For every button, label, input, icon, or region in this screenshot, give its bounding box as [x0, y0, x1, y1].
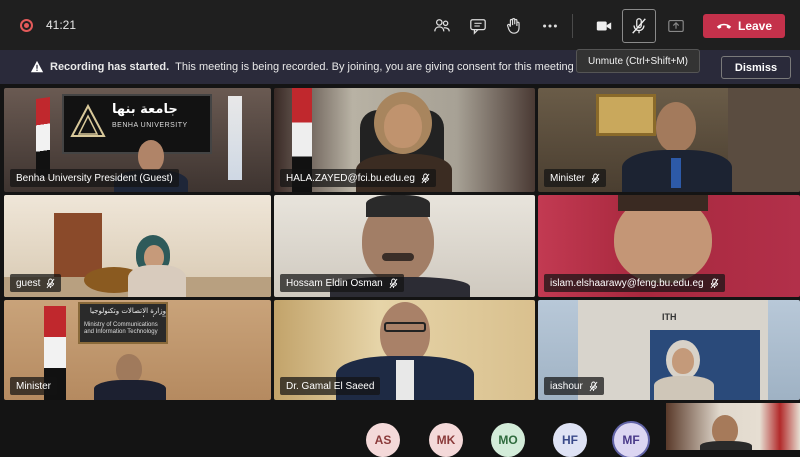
participant-name-tag: HALA.ZAYED@fci.bu.edu.eg [280, 169, 436, 187]
participant-name: HALA.ZAYED@fci.bu.edu.eg [286, 172, 415, 184]
university-logo-icon [70, 103, 106, 144]
recording-notice-text: Recording has started. This meeting is b… [50, 61, 580, 73]
sign-arabic-text: جامعة بنها [112, 102, 178, 117]
participant-name: islam.elshaarawy@feng.bu.edu.eg [550, 277, 704, 289]
participant-avatar[interactable]: AS [366, 423, 400, 457]
mic-off-icon [47, 278, 55, 288]
participant-name: Hossam Eldin Osman [286, 277, 383, 289]
participant-avatar[interactable]: MK [429, 423, 463, 457]
camera-button[interactable] [592, 14, 616, 38]
participant-mustache [382, 253, 414, 261]
building-sign: ITH [662, 312, 677, 322]
participant-name-tag: islam.elshaarawy@feng.bu.edu.eg [544, 274, 725, 292]
participant-name-tag: Hossam Eldin Osman [280, 274, 404, 292]
people-icon [434, 19, 450, 32]
leave-label: Leave [737, 19, 773, 33]
participant-avatar-speaking[interactable]: MF [614, 423, 648, 457]
participant-body [128, 265, 186, 297]
recording-notice-title: Recording has started. [50, 61, 170, 73]
curtain [728, 88, 800, 192]
recording-indicator-icon [20, 19, 33, 32]
ministry-sign-english: Ministry of Communications and Informati… [84, 322, 158, 335]
participant-body [94, 380, 166, 400]
participants-button[interactable] [430, 14, 454, 38]
avatar-initials: MK [436, 433, 456, 447]
dismiss-button[interactable]: Dismiss [721, 56, 791, 79]
participant-name-tag: Benha University President (Guest) [10, 169, 179, 187]
participant-name-tag: guest [10, 274, 62, 292]
wall-painting [596, 94, 656, 136]
avatar-initials: HF [562, 433, 578, 447]
participant-name: Benha University President (Guest) [16, 172, 173, 184]
participant-video [656, 102, 696, 152]
video-tile-iashour[interactable]: ITH iashour [538, 300, 800, 400]
chat-button[interactable] [466, 14, 490, 38]
university-flag [228, 96, 242, 180]
participant-name: guest [16, 277, 41, 289]
avatar-initials: MF [622, 433, 640, 447]
participant-hair [366, 195, 430, 217]
video-tile-hossam-osman[interactable]: Hossam Eldin Osman [274, 195, 535, 297]
participant-avatar[interactable]: HF [553, 423, 587, 457]
participant-name-tag: Dr. Gamal El Saeed [280, 377, 381, 395]
participant-shirt [396, 360, 414, 400]
self-view-video[interactable] [666, 403, 800, 450]
share-tray-icon [668, 20, 684, 32]
warning-icon [30, 60, 44, 73]
egypt-flag [36, 97, 50, 179]
participant-glasses [384, 322, 426, 332]
participant-face [384, 104, 422, 148]
video-tile-islam-elshaarawy[interactable]: islam.elshaarawy@feng.bu.edu.eg [538, 195, 800, 297]
video-tile-guest[interactable]: guest [4, 195, 271, 297]
avatar-initials: AS [374, 433, 392, 447]
mic-off-icon [589, 381, 598, 391]
recording-notice-message: This meeting is being recorded. By joini… [175, 61, 580, 73]
participant-body [654, 376, 714, 400]
mic-off-icon [632, 18, 646, 34]
mic-off-icon [421, 173, 430, 183]
participant-face [672, 348, 694, 374]
participant-name: Minister [16, 380, 52, 392]
more-actions-button[interactable] [538, 14, 562, 38]
video-tile-benha-president[interactable]: جامعة بنها BENHA UNIVERSITY Benha Univer… [4, 88, 271, 192]
participant-avatar[interactable]: MO [491, 423, 525, 457]
ministry-sign-arabic: وزارة الاتصالات وتكنولوجيا المعلومات [89, 307, 166, 317]
video-tile-minister-2[interactable]: وزارة الاتصالات وتكنولوجيا المعلومات Min… [4, 300, 271, 400]
participant-video [138, 140, 164, 172]
mic-off-icon [591, 173, 600, 183]
participant-name: iashour [550, 380, 583, 392]
participant-tie [671, 158, 681, 188]
video-tile-minister-1[interactable]: Minister [538, 88, 800, 192]
meeting-timer: 41:21 [46, 18, 77, 32]
participant-name: Minister [550, 172, 586, 184]
avatar-initials: MO [498, 433, 518, 447]
mic-off-icon [710, 278, 719, 288]
more-icon [543, 24, 557, 28]
ministry-sign: وزارة الاتصالات وتكنولوجيا المعلومات Min… [78, 302, 168, 344]
participant-name: Dr. Gamal El Saeed [286, 380, 375, 392]
participant-name-tag: Minister [544, 169, 607, 187]
toolbar-divider [572, 14, 573, 38]
raise-hand-button[interactable] [502, 14, 526, 38]
participant-name-tag: Minister [10, 377, 58, 395]
university-sign: جامعة بنها BENHA UNIVERSITY [62, 94, 212, 154]
participant-name-tag: iashour [544, 377, 604, 395]
meeting-toolbar: 41:21 Leave [0, 0, 800, 50]
participant-video [380, 302, 430, 364]
hand-icon [507, 18, 520, 34]
hang-up-icon [716, 23, 732, 29]
chat-icon [470, 19, 486, 35]
video-camera-icon [596, 21, 612, 31]
share-screen-button[interactable] [664, 14, 688, 38]
participant-hair [618, 195, 708, 211]
leave-button[interactable]: Leave [703, 14, 785, 38]
video-tile-gamal-el-saeed[interactable]: Dr. Gamal El Saeed [274, 300, 535, 400]
sign-english-text: BENHA UNIVERSITY [112, 122, 188, 129]
video-tile-hala-zayed[interactable]: HALA.ZAYED@fci.bu.edu.eg [274, 88, 535, 192]
mic-off-icon [389, 278, 398, 288]
mute-toggle-button[interactable] [622, 9, 656, 43]
unmute-tooltip: Unmute (Ctrl+Shift+M) [576, 49, 700, 73]
self-view-body [700, 441, 752, 450]
